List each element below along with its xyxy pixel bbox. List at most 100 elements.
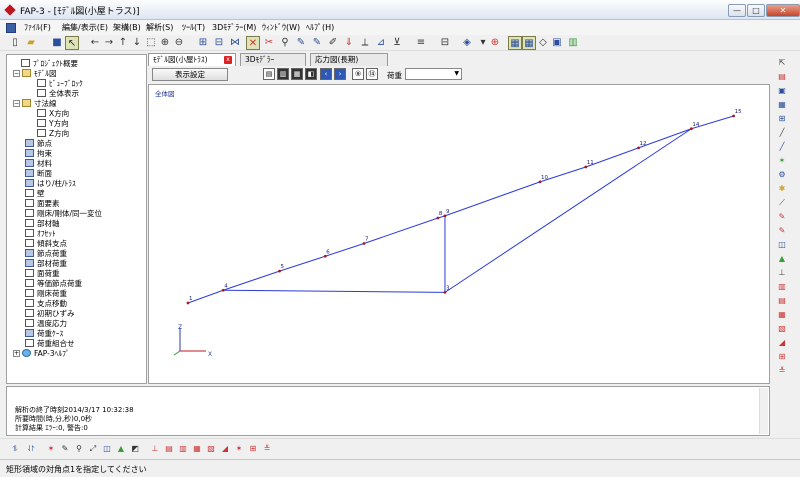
menu-window[interactable]: ｳｨﾝﾄﾞｳ(W): [262, 22, 300, 33]
align-icon[interactable]: ⥮: [8, 442, 22, 455]
app-icon[interactable]: [4, 4, 16, 16]
truss-node[interactable]: [637, 146, 640, 150]
select-mode-icon[interactable]: ↖: [65, 36, 79, 50]
tree-item[interactable]: 傾斜支点: [25, 238, 67, 248]
grid-icon[interactable]: ⊞: [196, 36, 210, 50]
view-iso-icon[interactable]: ◧: [305, 68, 317, 80]
tree-item[interactable]: 初期ひずみ: [25, 308, 75, 318]
prev-frame-icon[interactable]: ‹: [320, 68, 332, 80]
tree-item[interactable]: ｵﾌｾｯﾄ: [25, 228, 56, 238]
section-tool-icon[interactable]: ⊞: [775, 114, 789, 126]
tree-item[interactable]: 剛床荷重: [25, 288, 67, 298]
tree-item[interactable]: 等価節点荷重: [25, 278, 82, 288]
tree-item[interactable]: 断面: [25, 168, 52, 178]
load-icon-7[interactable]: ✶: [232, 442, 246, 455]
tree-item[interactable]: − ﾓﾃﾞﾙ図: [13, 68, 57, 78]
measure-tool-icon[interactable]: ⚲: [72, 442, 86, 455]
menu-tools[interactable]: ﾂｰﾙ(T): [182, 22, 205, 33]
surface-icon[interactable]: ◩: [128, 442, 142, 455]
case-tool-icon[interactable]: ▧: [775, 324, 789, 336]
triangle-tool-icon[interactable]: ▲: [775, 254, 789, 266]
zoom-window-icon[interactable]: ⬚: [144, 36, 158, 50]
frame-number-1-icon[interactable]: ⑨: [352, 68, 364, 80]
tab-stress-diagram[interactable]: 応力図(長期): [310, 53, 388, 66]
maximize-button[interactable]: □: [747, 4, 765, 17]
distributed-load-tool-icon[interactable]: ⊥: [775, 268, 789, 280]
center-icon[interactable]: ⊕: [488, 36, 502, 50]
delete-icon[interactable]: ✂: [262, 36, 276, 50]
menu-frame[interactable]: 架構(B): [113, 22, 141, 33]
perspective-icon[interactable]: ◈: [460, 36, 474, 50]
color-bar-icon[interactable]: ▥: [566, 36, 580, 50]
tree-item[interactable]: 材料: [25, 158, 52, 168]
clip-icon[interactable]: ⊟: [438, 36, 452, 50]
line-style-icon[interactable]: ≡: [414, 36, 428, 50]
truss-member[interactable]: [363, 217, 439, 244]
combination-tool-icon[interactable]: ◢: [775, 338, 789, 350]
tree-item[interactable]: 面要素: [25, 198, 60, 208]
member-load-tool-icon[interactable]: ✎: [775, 226, 789, 238]
load-case-select[interactable]: ▼: [405, 68, 462, 80]
view-front-icon[interactable]: ▤: [263, 68, 275, 80]
arrow-right-icon[interactable]: →: [102, 36, 116, 50]
menu-file[interactable]: ﾌｧｲﾙ(F): [24, 22, 51, 33]
tree-item[interactable]: Y方向: [37, 118, 69, 128]
document-icon[interactable]: [6, 23, 16, 33]
zoom-out-icon[interactable]: ⊖: [172, 36, 186, 50]
view-top-icon[interactable]: ▦: [291, 68, 303, 80]
truss-diagram[interactable]: 145678 910111214153 Z X: [148, 84, 770, 384]
load-icon-6[interactable]: ◢: [218, 442, 232, 455]
truss-member[interactable]: [444, 181, 541, 217]
truss-member[interactable]: [444, 128, 692, 293]
arrow-up-icon[interactable]: ↑: [116, 36, 130, 50]
grid-tool-icon[interactable]: ⊞: [775, 352, 789, 364]
load-icon-3[interactable]: ▥: [176, 442, 190, 455]
paint-icon[interactable]: ✐: [326, 36, 340, 50]
tree-item[interactable]: 部材軸: [25, 218, 60, 228]
truss-node[interactable]: [443, 290, 447, 294]
menu-3d-modeler[interactable]: 3Dﾓﾃﾞﾗｰ(M): [212, 22, 256, 33]
material-tool-icon[interactable]: ▦: [775, 100, 789, 112]
truss-member[interactable]: [279, 255, 326, 272]
tree-item[interactable]: + FAP-3ﾍﾙﾌﾟ: [13, 348, 70, 358]
temperature-tool-icon[interactable]: ▥: [775, 282, 789, 294]
save-icon[interactable]: ■: [50, 36, 64, 50]
tree-item[interactable]: 剛床/剛体/同一変位: [25, 208, 102, 218]
truss-node[interactable]: [584, 165, 588, 169]
tree-item[interactable]: 温度応力: [25, 318, 67, 328]
load-icon-9[interactable]: ≚: [260, 442, 274, 455]
tree-item[interactable]: 節点: [25, 138, 52, 148]
beam-tool-icon[interactable]: ╱: [775, 128, 789, 140]
load-icon-8[interactable]: ⊞: [246, 442, 260, 455]
tree-item[interactable]: 全体表示: [37, 88, 79, 98]
cross-select-icon[interactable]: ✕: [246, 36, 260, 50]
menu-edit-view[interactable]: 編集/表示(E): [62, 22, 108, 33]
tree-item[interactable]: 拘束: [25, 148, 52, 158]
edit-icon[interactable]: ✎: [58, 442, 72, 455]
menu-help[interactable]: ﾍﾙﾌﾟ(H): [306, 22, 334, 33]
view-side-icon[interactable]: ▥: [277, 68, 289, 80]
pencil-icon[interactable]: ✎: [294, 36, 308, 50]
truss-member[interactable]: [223, 289, 445, 293]
tree-item[interactable]: 節点荷重: [25, 248, 67, 258]
frame-icon[interactable]: ◫: [100, 442, 114, 455]
tree-item[interactable]: 部材荷重: [25, 258, 67, 268]
truss-member[interactable]: [187, 289, 224, 304]
offset-tool-icon[interactable]: ✱: [775, 184, 789, 196]
truss-node[interactable]: [689, 127, 693, 131]
load-icon-2[interactable]: ▤: [162, 442, 176, 455]
tree-item[interactable]: はり/柱/ﾄﾗｽ: [25, 178, 76, 188]
tree-item[interactable]: 荷重ｹｰｽ: [25, 328, 63, 338]
star-icon[interactable]: ✶: [44, 442, 58, 455]
open-folder-icon[interactable]: ▰: [24, 36, 38, 50]
truss-node[interactable]: [538, 180, 542, 184]
tree-item[interactable]: 支点移動: [25, 298, 67, 308]
menu-analysis[interactable]: 解析(S): [146, 22, 173, 33]
arrow-left-icon[interactable]: ←: [88, 36, 102, 50]
close-button[interactable]: ✕: [766, 4, 800, 17]
tree-item[interactable]: X方向: [37, 108, 69, 118]
pointer-tool-icon[interactable]: ⇱: [775, 58, 789, 70]
member-icon[interactable]: ⋈: [228, 36, 242, 50]
plate-tool-icon[interactable]: ✶: [775, 156, 789, 168]
layers-icon[interactable]: ◇: [536, 36, 550, 50]
